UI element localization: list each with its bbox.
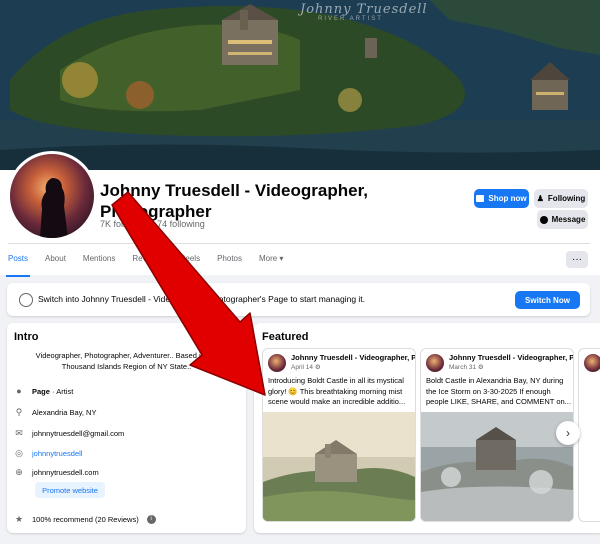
intro-website[interactable]: ⊕ johnnytruesdell.com [14, 467, 99, 477]
intro-instagram[interactable]: ◎ johnnytruesdell [14, 448, 82, 458]
featured-title: Featured [262, 331, 309, 343]
post-avatar [426, 354, 444, 372]
tab-reels[interactable]: Reels [180, 250, 200, 274]
tab-photos[interactable]: Photos [217, 250, 242, 274]
castle-cover-image [0, 0, 600, 170]
intro-page-type: ● Page · Artist [14, 386, 73, 396]
info-circle-icon: ● [16, 386, 22, 396]
follow-check-icon: ♟ [536, 194, 544, 203]
shop-now-button[interactable]: Shop now [474, 189, 529, 208]
post-avatar [584, 354, 600, 372]
intro-bio: Videographer, Photographer, Adventurer..… [35, 351, 218, 371]
shop-now-label: Shop now [488, 194, 527, 203]
page-label: Page [32, 386, 50, 396]
intro-recommend: ★ 100% recommend (20 Reviews) i [14, 514, 156, 524]
more-options-button[interactable]: ··· [566, 251, 588, 268]
tab-more[interactable]: More ▾ [259, 250, 283, 274]
post-text: Introducing Boldt Castle in all its myst… [268, 376, 406, 406]
post-author[interactable]: Johnny Truesdell - Videographer, Photogr… [449, 353, 573, 362]
location-text: Alexandria Bay, NY [32, 407, 97, 417]
tab-mentions[interactable]: Mentions [83, 250, 115, 274]
featured-post-card[interactable] [578, 348, 600, 522]
intro-title: Intro [14, 331, 39, 343]
post-date: April 14 ⚙ [291, 364, 321, 371]
following-button[interactable]: ♟ Following [534, 189, 588, 208]
email-text: johnnytruesdell@gmail.com [32, 428, 125, 438]
post-avatar [268, 354, 286, 372]
featured-post-card[interactable]: Johnny Truesdell - Videographer, Photogr… [262, 348, 416, 522]
avatar[interactable] [7, 151, 97, 241]
featured-post-card[interactable]: Johnny Truesdell - Videographer, Photogr… [420, 348, 574, 522]
promote-website-button[interactable]: Promote website [35, 482, 105, 498]
intro-card: Intro Videographer, Photographer, Advent… [7, 323, 246, 533]
switch-profile-icon [19, 293, 33, 307]
switch-profile-text: Switch into Johnny Truesdell - Videograp… [38, 294, 366, 304]
location-pin-icon: ⚲ [15, 407, 23, 417]
info-icon[interactable]: i [146, 514, 156, 524]
chevron-right-icon[interactable]: › [556, 421, 580, 445]
switch-profile-banner: Switch into Johnny Truesdell - Videograp… [7, 283, 590, 316]
cover-photo[interactable]: Johnny Truesdell RIVER ARTIST [0, 0, 600, 170]
tab-posts[interactable]: Posts [5, 250, 31, 277]
follower-stats[interactable]: 7K followers • 74 following [100, 219, 205, 229]
tab-reviews[interactable]: Reviews [132, 250, 162, 274]
messenger-icon [539, 215, 548, 224]
featured-section: Featured Johnny Truesdell - Videographer… [254, 323, 600, 533]
shop-icon [476, 195, 485, 202]
instagram-icon: ◎ [15, 448, 23, 458]
globe-icon: ⊕ [15, 467, 23, 477]
instagram-link[interactable]: johnnytruesdell [32, 449, 82, 458]
email-icon: ✉ [15, 428, 23, 438]
intro-location: ⚲ Alexandria Bay, NY [14, 407, 97, 417]
following-label: Following [547, 194, 586, 203]
message-button[interactable]: Message [537, 210, 588, 229]
page-title: Johnny Truesdell - Videographer, Photogr… [100, 181, 368, 221]
misty-castle-image [263, 412, 415, 521]
tab-about[interactable]: About [45, 250, 66, 274]
switch-now-button[interactable]: Switch Now [515, 291, 580, 309]
cover-watermark-sub: RIVER ARTIST [318, 16, 383, 22]
post-date: March 31 ⚙ [449, 364, 484, 371]
page-category: · Artist [49, 386, 74, 396]
ice-storm-castle-image [421, 412, 573, 521]
post-text: Boldt Castle in Alexandria Bay, NY durin… [426, 376, 571, 406]
divider [8, 243, 590, 244]
silhouette-icon [40, 178, 68, 238]
profile-tabs: Posts About Mentions Reviews Reels Photo… [5, 250, 300, 277]
message-label: Message [551, 215, 586, 224]
recommend-text: 100% recommend (20 Reviews) [32, 514, 139, 524]
cover-watermark: Johnny Truesdell [300, 2, 428, 17]
website-link[interactable]: johnnytruesdell.com [32, 468, 99, 477]
intro-email: ✉ johnnytruesdell@gmail.com [14, 428, 124, 438]
star-icon: ★ [14, 514, 24, 524]
post-author[interactable]: Johnny Truesdell - Videographer, Photogr… [291, 353, 415, 362]
